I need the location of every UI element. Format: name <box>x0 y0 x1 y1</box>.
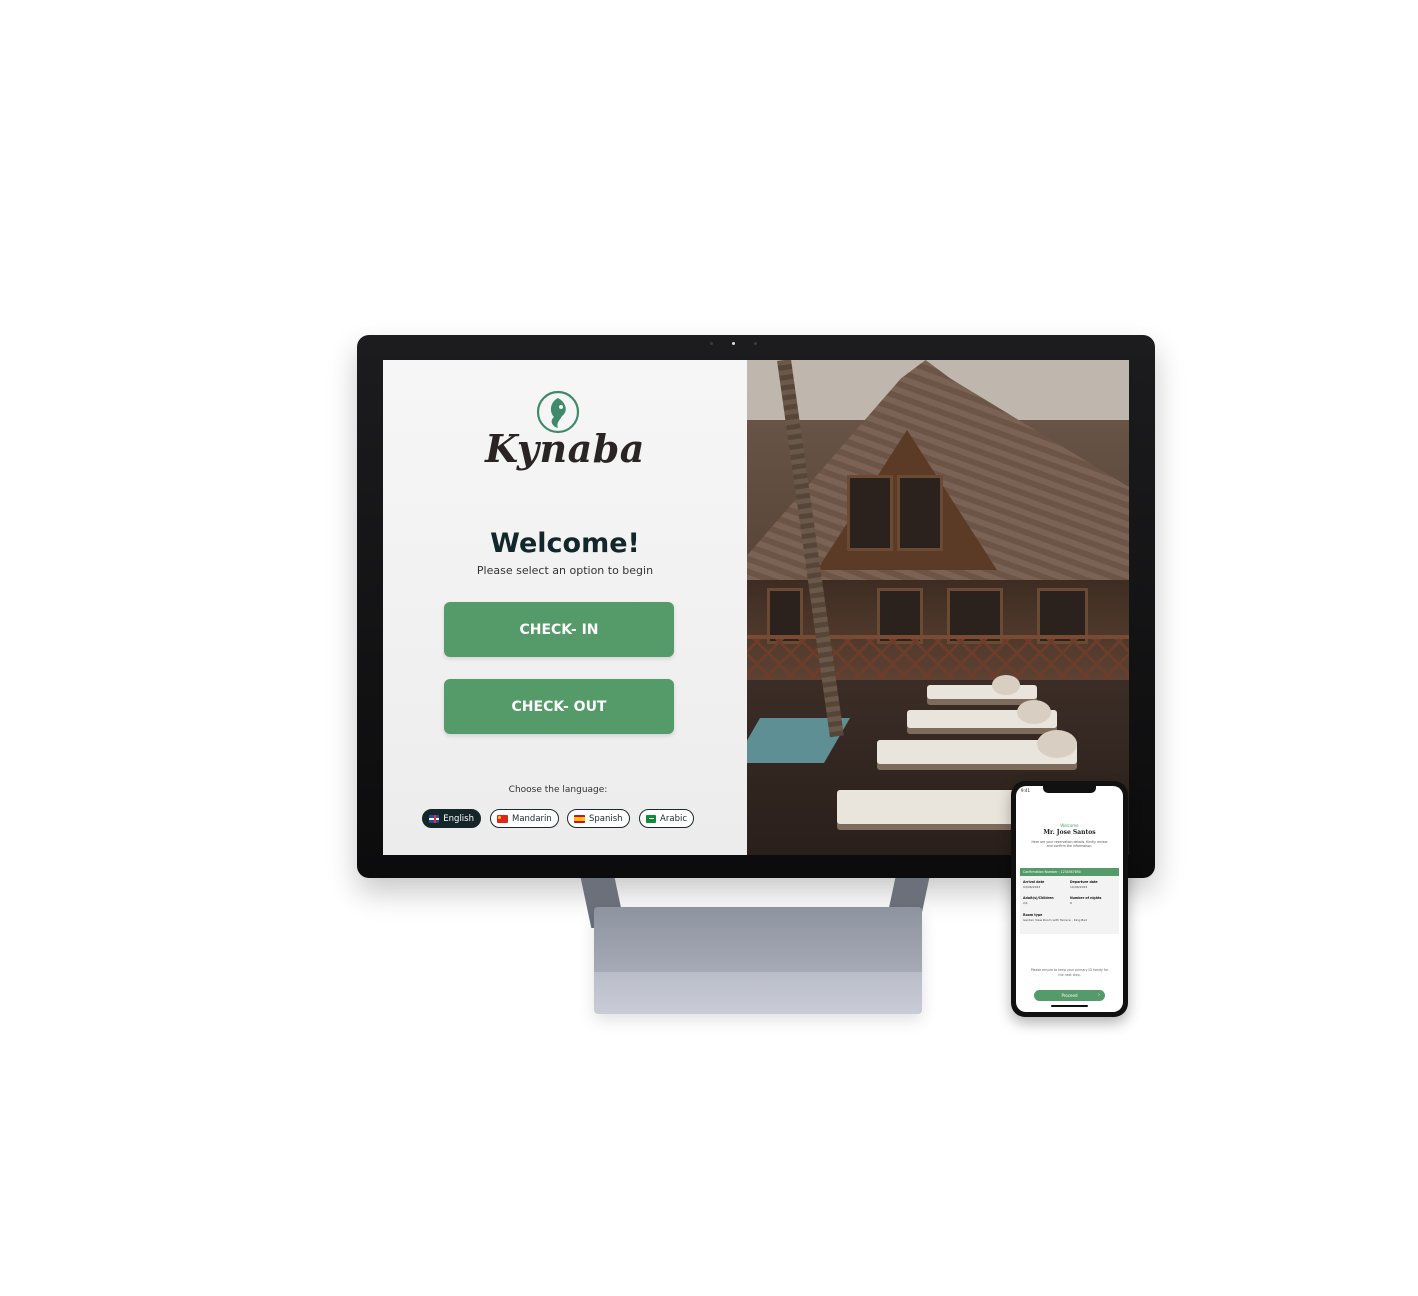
arrival-label: Arrival date <box>1023 880 1045 884</box>
reservation-details: Arrival date 04/06/2023 Departure date 1… <box>1020 876 1119 934</box>
language-option-mandarin[interactable]: Mandarin <box>490 809 559 828</box>
welcome-panel: Kynaba Welcome! Please select an option … <box>383 360 747 855</box>
language-prompt: Choose the language: <box>508 785 608 795</box>
language-option-spanish[interactable]: Spanish <box>567 809 630 828</box>
proceed-button[interactable]: Proceed › <box>1034 990 1105 1001</box>
arrival-value: 04/06/2023 <box>1023 885 1041 889</box>
room-type-label: Room type <box>1023 913 1043 917</box>
phone-notch <box>1043 786 1096 793</box>
sensor-dot <box>754 342 757 345</box>
language-option-english[interactable]: English <box>422 809 481 828</box>
mobile-welcome: Welcome <box>1060 823 1079 828</box>
spain-flag-icon <box>574 814 585 823</box>
language-label: Mandarin <box>512 813 552 824</box>
home-indicator <box>1051 1005 1088 1007</box>
monitor-base <box>594 907 922 1014</box>
proceed-label: Proceed <box>1061 993 1078 998</box>
confirmation-number: Confirmation Number : 1234567890 <box>1020 868 1119 876</box>
status-time: 9:41 <box>1021 788 1030 793</box>
departure-label: Departure date <box>1070 880 1098 884</box>
page-title: Welcome! <box>490 528 640 559</box>
adults-value: 2/1 <box>1023 901 1028 905</box>
kiosk-screen: Kynaba Welcome! Please select an option … <box>383 360 1129 855</box>
page-subtitle: Please select an option to begin <box>476 564 654 577</box>
guest-name: Mr. Jose Santos <box>1043 829 1096 836</box>
language-label: Arabic <box>660 813 687 824</box>
room-type-value: Garden View Room with Terrace - King Bed <box>1023 918 1088 922</box>
language-option-arabic[interactable]: Arabic <box>639 809 694 828</box>
uk-flag-icon <box>429 814 440 823</box>
language-label: Spanish <box>589 813 623 824</box>
check-in-button[interactable]: CHECK- IN <box>444 602 674 657</box>
language-label: English <box>443 813 474 824</box>
brand-name: Kynaba <box>485 426 645 471</box>
saudi-flag-icon <box>646 814 657 823</box>
adults-label: Adult(s)/Children <box>1023 896 1054 900</box>
sensor-dot <box>710 342 713 345</box>
nights-value: 6 <box>1070 901 1072 905</box>
reservation-intro: Here are your reservation details. Kindl… <box>1031 840 1108 848</box>
nights-label: Number of nights <box>1070 896 1102 900</box>
camera-dot <box>732 342 735 345</box>
chevron-right-icon: › <box>1098 992 1100 998</box>
mobile-screen: 9:41 Welcome Mr. Jose Santos Here are yo… <box>1016 786 1123 1012</box>
departure-value: 10/06/2023 <box>1070 885 1088 889</box>
id-reminder: Please ensure to keep your primary ID ha… <box>1030 968 1109 977</box>
china-flag-icon <box>497 814 508 823</box>
check-out-button[interactable]: CHECK- OUT <box>444 679 674 734</box>
